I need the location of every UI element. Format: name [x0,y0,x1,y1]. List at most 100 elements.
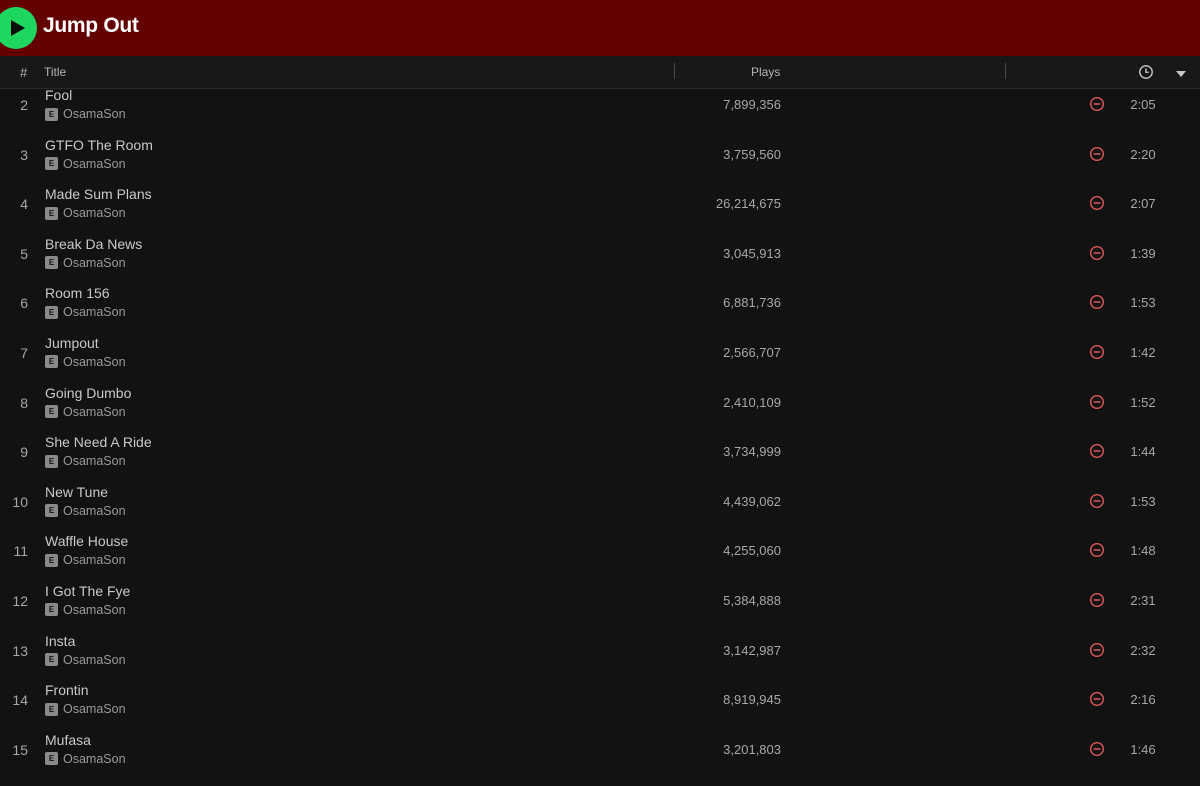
track-title[interactable]: Frontin [45,682,89,698]
track-row[interactable]: 6 Room 156 E OsamaSon 6,881,736 1:53 [0,281,1200,331]
track-artist-line: E OsamaSon [45,454,126,468]
minus-circle-icon[interactable] [1089,592,1105,613]
track-artist[interactable]: OsamaSon [63,107,126,121]
explicit-badge: E [45,157,58,171]
track-row[interactable]: 10 New Tune E OsamaSon 4,439,062 1:53 [0,480,1200,530]
track-plays: 2,410,109 [723,394,781,410]
track-title[interactable]: Made Sum Plans [45,186,152,202]
track-row[interactable]: 2 Fool E OsamaSon 7,899,356 2:05 [0,83,1200,133]
column-divider[interactable] [1005,63,1006,79]
track-title[interactable]: GTFO The Room [45,137,153,153]
explicit-badge: E [45,355,58,369]
track-duration: 2:31 [1130,592,1156,608]
track-artist[interactable]: OsamaSon [63,157,126,171]
minus-circle-icon[interactable] [1089,195,1105,216]
column-number-header: # [20,65,28,80]
track-title[interactable]: Break Da News [45,236,142,252]
track-artist[interactable]: OsamaSon [63,553,126,567]
track-row[interactable]: 11 Waffle House E OsamaSon 4,255,060 1:4… [0,529,1200,579]
minus-circle-icon[interactable] [1089,146,1105,167]
minus-circle-icon[interactable] [1089,542,1105,563]
track-artist[interactable]: OsamaSon [63,752,126,766]
track-row[interactable]: 4 Made Sum Plans E OsamaSon 26,214,675 2… [0,182,1200,232]
track-plays: 26,214,675 [715,196,781,212]
track-artist[interactable]: OsamaSon [63,256,126,270]
track-title[interactable]: Insta [45,633,75,649]
track-plays: 3,142,987 [723,642,781,658]
track-artist[interactable]: OsamaSon [63,206,126,220]
column-plays-header[interactable]: Plays [751,65,780,79]
explicit-badge: E [45,206,58,220]
track-artist-line: E OsamaSon [45,702,126,716]
track-artist[interactable]: OsamaSon [63,603,126,617]
track-title[interactable]: Jumpout [45,335,99,351]
track-number: 12 [12,592,28,609]
clock-icon[interactable] [1138,64,1154,83]
track-artist[interactable]: OsamaSon [63,653,126,667]
track-number: 14 [12,692,28,709]
track-artist[interactable]: OsamaSon [63,355,126,369]
minus-circle-icon[interactable] [1089,394,1105,415]
column-title-header[interactable]: Title [44,65,66,79]
track-row[interactable]: 7 Jumpout E OsamaSon 2,566,707 1:42 [0,331,1200,381]
explicit-badge: E [45,256,58,270]
explicit-badge: E [45,504,58,518]
track-duration: 2:07 [1130,196,1156,212]
track-title[interactable]: Mufasa [45,732,91,748]
track-number: 6 [20,295,28,312]
track-plays: 4,439,062 [723,493,781,509]
track-artist-line: E OsamaSon [45,553,126,567]
track-number: 7 [20,344,28,361]
track-number: 5 [20,245,28,262]
track-number: 4 [20,196,28,213]
minus-circle-icon[interactable] [1089,493,1105,514]
album-header-bar: Jump Out [0,0,1200,56]
minus-circle-icon[interactable] [1089,294,1105,315]
track-row[interactable]: 12 I Got The Fye E OsamaSon 5,384,888 2:… [0,579,1200,629]
track-plays: 3,201,803 [723,741,781,757]
track-row[interactable]: 15 Mufasa E OsamaSon 3,201,803 1:46 [0,728,1200,778]
minus-circle-icon[interactable] [1089,642,1105,663]
track-number: 15 [12,741,28,758]
track-title[interactable]: New Tune [45,484,108,500]
track-title[interactable]: Fool [45,87,72,103]
track-artist[interactable]: OsamaSon [63,305,126,319]
minus-circle-icon[interactable] [1089,741,1105,762]
track-duration: 1:53 [1130,295,1156,311]
track-duration: 1:44 [1130,444,1156,460]
chevron-down-icon[interactable] [1175,67,1187,81]
track-title[interactable]: She Need A Ride [45,434,152,450]
explicit-badge: E [45,553,58,567]
play-icon [11,20,25,36]
track-row[interactable]: 3 GTFO The Room E OsamaSon 3,759,560 2:2… [0,133,1200,183]
explicit-badge: E [45,305,58,319]
track-row[interactable]: 14 Frontin E OsamaSon 8,919,945 2:16 [0,678,1200,728]
track-title[interactable]: Room 156 [45,285,110,301]
track-artist[interactable]: OsamaSon [63,405,126,419]
minus-circle-icon[interactable] [1089,245,1105,266]
track-row[interactable]: 13 Insta E OsamaSon 3,142,987 2:32 [0,629,1200,679]
explicit-badge: E [45,107,58,121]
track-duration: 2:05 [1130,97,1156,112]
track-artist[interactable]: OsamaSon [63,454,126,468]
track-row[interactable]: 5 Break Da News E OsamaSon 3,045,913 1:3… [0,232,1200,282]
minus-circle-icon[interactable] [1089,344,1105,365]
track-row[interactable]: 9 She Need A Ride E OsamaSon 3,734,999 1… [0,430,1200,480]
track-row[interactable]: 8 Going Dumbo E OsamaSon 2,410,109 1:52 [0,381,1200,431]
minus-circle-icon[interactable] [1089,691,1105,712]
track-artist-line: E OsamaSon [45,157,126,171]
play-button[interactable] [0,7,37,49]
track-artist[interactable]: OsamaSon [63,702,126,716]
explicit-badge: E [45,653,58,667]
track-title[interactable]: I Got The Fye [45,583,130,599]
track-artist[interactable]: OsamaSon [63,504,126,518]
column-divider[interactable] [674,63,675,79]
minus-circle-icon[interactable] [1089,443,1105,464]
track-artist-line: E OsamaSon [45,603,126,617]
track-artist-line: E OsamaSon [45,405,126,419]
track-title[interactable]: Waffle House [45,533,128,549]
track-title[interactable]: Going Dumbo [45,385,131,401]
minus-circle-icon[interactable] [1089,96,1105,117]
track-plays: 5,384,888 [723,592,781,608]
track-duration: 1:52 [1130,394,1156,410]
